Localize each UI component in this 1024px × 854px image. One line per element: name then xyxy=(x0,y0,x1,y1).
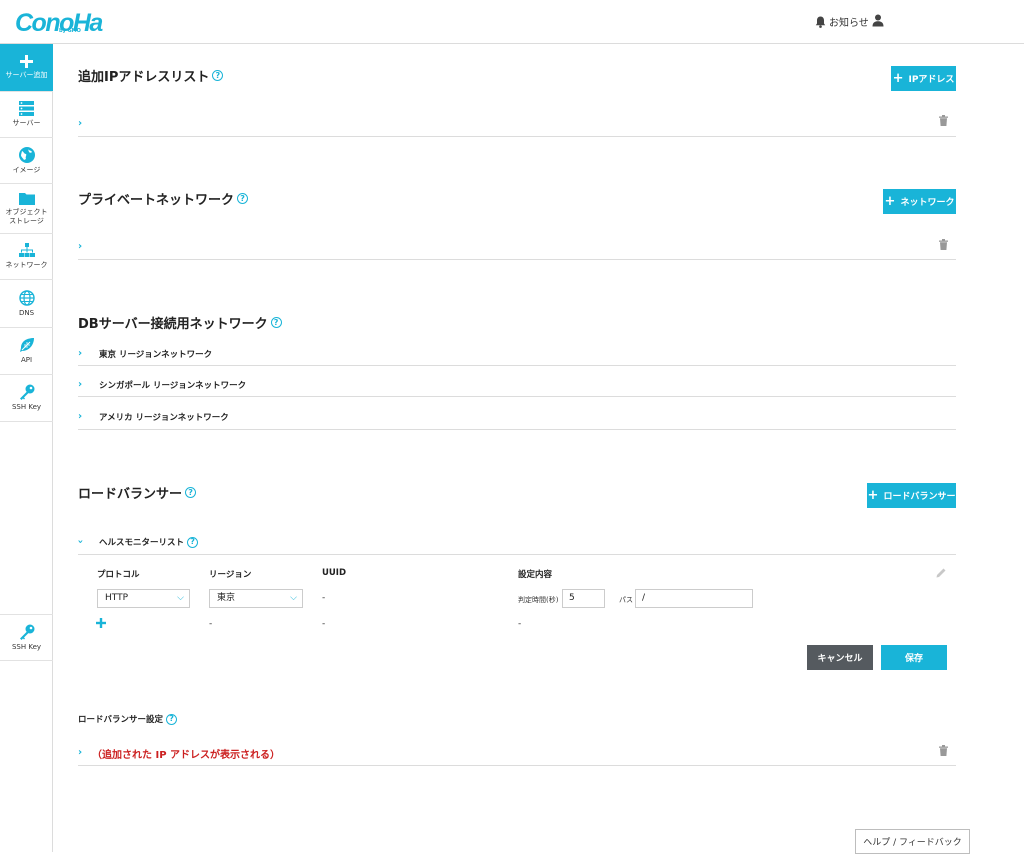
sidebar-item-ssh-key[interactable]: SSH Key xyxy=(0,375,53,422)
help-icon[interactable]: ? xyxy=(270,317,282,328)
add-row-plus-icon[interactable] xyxy=(96,618,106,628)
sidebar-item-network[interactable]: ネットワーク xyxy=(0,234,53,280)
plus-icon: + xyxy=(892,71,904,86)
interval-input[interactable]: 5 xyxy=(562,589,605,608)
sidebar-item-label-line2: ストレージ xyxy=(9,216,44,225)
dns-globe-icon xyxy=(18,289,35,306)
sidebar-item-ssh-key-bottom[interactable]: SSH Key xyxy=(0,614,53,661)
column-region: リージョン xyxy=(209,570,252,580)
lb-settings-note: （追加された IP アドレスが表示される） xyxy=(92,750,281,761)
sidebar-item-label-line1: オブジェクト xyxy=(5,207,48,216)
sidebar-item-label: イメージ xyxy=(12,165,41,174)
chevron-right-icon[interactable]: › xyxy=(78,118,82,129)
save-button[interactable]: 保存 xyxy=(881,645,947,670)
sidebar-item-label: DNS xyxy=(18,308,35,317)
private-network-row[interactable]: › xyxy=(78,235,956,260)
sidebar-item-label: サーバー追加 xyxy=(5,71,48,79)
help-icon[interactable]: ? xyxy=(237,193,249,204)
sidebar-item-api[interactable]: API xyxy=(0,328,53,375)
plus-icon xyxy=(20,55,33,68)
folder-icon xyxy=(18,192,35,205)
bell-icon xyxy=(815,16,826,28)
new-row-settings: - xyxy=(518,619,522,629)
plus-icon: + xyxy=(884,194,896,209)
sidebar-item-label: ネットワーク xyxy=(5,261,48,269)
section-title-additional-ip: 追加IPアドレスリスト ? xyxy=(78,66,224,85)
path-label: パス xyxy=(619,596,633,604)
new-row-region: - xyxy=(209,619,213,629)
top-header: ConoHa by GMO お知らせ xyxy=(0,0,1024,44)
sidebar-item-dns[interactable]: DNS xyxy=(0,280,53,328)
trash-icon[interactable] xyxy=(939,239,948,250)
chevron-right-icon[interactable]: › xyxy=(78,241,82,252)
user-icon[interactable] xyxy=(872,14,884,27)
logo-sub: by GMO xyxy=(59,28,81,34)
help-icon[interactable]: ? xyxy=(166,713,178,725)
section-title-db-network: DBサーバー接続用ネットワーク ? xyxy=(78,313,282,332)
chevron-right-icon[interactable]: › xyxy=(78,411,82,422)
sidebar: サーバー追加 サーバー イメージ オブジェクト ストレージ ネットワーク DNS… xyxy=(0,44,53,852)
add-ip-address-button[interactable]: + IPアドレス xyxy=(891,66,956,91)
trash-icon[interactable] xyxy=(939,115,948,126)
notifications-label: お知らせ xyxy=(829,18,869,29)
sidebar-item-image[interactable]: イメージ xyxy=(0,138,53,184)
chevron-down-icon: ⌵ xyxy=(177,593,184,603)
lb-settings-row[interactable]: › （追加された IP アドレスが表示される） xyxy=(78,741,956,766)
new-row-uuid: - xyxy=(322,619,326,629)
sidebar-item-label: SSH Key xyxy=(11,642,42,651)
help-icon[interactable]: ? xyxy=(185,487,197,498)
key-icon xyxy=(19,624,34,640)
server-icon xyxy=(19,101,34,116)
ip-list-row[interactable]: › xyxy=(78,112,956,137)
interval-label: 判定時間(秒) xyxy=(518,596,559,604)
chevron-right-icon[interactable]: › xyxy=(78,348,82,359)
sidebar-item-label: API xyxy=(20,356,33,364)
path-input[interactable]: / xyxy=(635,589,753,608)
help-feedback-button[interactable]: ヘルプ / フィードバック xyxy=(855,829,970,854)
section-title-private-network: プライベートネットワーク ? xyxy=(78,189,249,208)
add-network-button[interactable]: + ネットワーク xyxy=(883,189,956,214)
chevron-right-icon[interactable]: › xyxy=(78,379,82,390)
column-uuid: UUID xyxy=(322,568,347,578)
chevron-down-icon[interactable]: › xyxy=(75,539,86,543)
plus-icon: + xyxy=(867,488,879,503)
region-select[interactable]: 東京 ⌵ xyxy=(209,589,303,608)
notifications-button[interactable]: お知らせ xyxy=(815,14,869,29)
chevron-down-icon: ⌵ xyxy=(290,593,297,603)
section-title-lb-settings: ロードバランサー設定 ? xyxy=(78,713,178,725)
protocol-select[interactable]: HTTP ⌵ xyxy=(97,589,190,608)
sidebar-item-label: サーバー xyxy=(12,119,41,127)
db-network-row-singapore[interactable]: › シンガポール リージョンネットワーク xyxy=(78,374,956,397)
db-network-row-america[interactable]: › アメリカ リージョンネットワーク xyxy=(78,406,956,430)
cancel-button[interactable]: キャンセル xyxy=(807,645,873,670)
column-settings: 設定内容 xyxy=(518,570,553,580)
globe-icon xyxy=(18,146,35,163)
api-leaf-icon xyxy=(19,338,34,352)
sidebar-item-label: SSH Key xyxy=(11,403,42,411)
sidebar-item-add-server[interactable]: サーバー追加 xyxy=(0,44,53,92)
help-icon[interactable]: ? xyxy=(187,536,199,548)
trash-icon[interactable] xyxy=(939,745,948,756)
key-icon xyxy=(19,384,34,400)
sidebar-item-object-storage[interactable]: オブジェクト ストレージ xyxy=(0,184,53,234)
add-load-balancer-button[interactable]: + ロードバランサー xyxy=(867,483,956,508)
sidebar-item-server[interactable]: サーバー xyxy=(0,92,53,138)
db-network-row-tokyo[interactable]: › 東京 リージョンネットワーク xyxy=(78,343,956,366)
health-monitor-header-row[interactable]: › ヘルスモニターリスト ? xyxy=(75,531,956,555)
help-icon[interactable]: ? xyxy=(212,70,224,81)
network-icon xyxy=(18,243,35,257)
health-monitor-title: ヘルスモニターリスト ? xyxy=(99,536,199,548)
uuid-value: - xyxy=(322,593,326,603)
column-protocol: プロトコル xyxy=(97,570,140,580)
pencil-icon[interactable] xyxy=(936,567,947,578)
chevron-right-icon[interactable]: › xyxy=(78,747,82,758)
section-title-load-balancer: ロードバランサー ? xyxy=(78,483,197,502)
